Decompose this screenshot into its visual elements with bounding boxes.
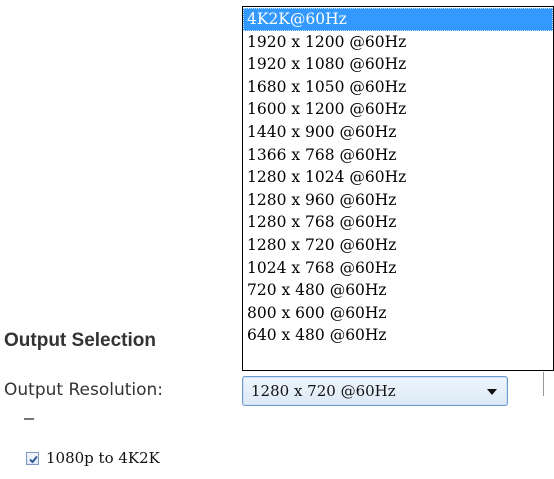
output-resolution-select[interactable]: 1280 x 720 @60Hz — [242, 376, 508, 406]
output-resolution-label: Output Resolution: — [4, 380, 164, 400]
checkmark-icon — [29, 455, 38, 464]
resolution-option[interactable]: 1280 x 768 @60Hz — [243, 211, 553, 234]
divider — [543, 372, 544, 396]
resolution-option[interactable]: 720 x 480 @60Hz — [243, 279, 553, 302]
chevron-down-icon[interactable] — [487, 389, 497, 395]
resolution-option[interactable]: 640 x 480 @60Hz — [243, 324, 553, 347]
resolution-option[interactable]: 1440 x 900 @60Hz — [243, 121, 553, 144]
resolution-option[interactable]: 1024 x 768 @60Hz — [243, 257, 553, 280]
resolution-option[interactable]: 1680 x 1050 @60Hz — [243, 76, 553, 99]
resolution-option[interactable]: 1600 x 1200 @60Hz — [243, 98, 553, 121]
resolution-option[interactable]: 800 x 600 @60Hz — [243, 302, 553, 325]
resolution-option[interactable]: 4K2K@60Hz — [243, 8, 553, 31]
partial-line — [24, 418, 34, 420]
resolution-option[interactable]: 1366 x 768 @60Hz — [243, 144, 553, 167]
resolution-option[interactable]: 1280 x 720 @60Hz — [243, 234, 553, 257]
upscale-checkbox[interactable] — [26, 452, 39, 465]
resolution-option[interactable]: 1280 x 960 @60Hz — [243, 189, 553, 212]
resolution-option[interactable]: 1280 x 1024 @60Hz — [243, 166, 553, 189]
resolution-dropdown-list[interactable]: 4K2K@60Hz 1920 x 1200 @60Hz 1920 x 1080 @6… — [242, 6, 554, 371]
resolution-option[interactable]: 1920 x 1080 @60Hz — [243, 53, 553, 76]
output-resolution-selected-value: 1280 x 720 @60Hz — [251, 382, 396, 400]
upscale-checkbox-label[interactable]: 1080p to 4K2K — [46, 448, 160, 468]
resolution-option[interactable]: 1920 x 1200 @60Hz — [243, 31, 553, 54]
